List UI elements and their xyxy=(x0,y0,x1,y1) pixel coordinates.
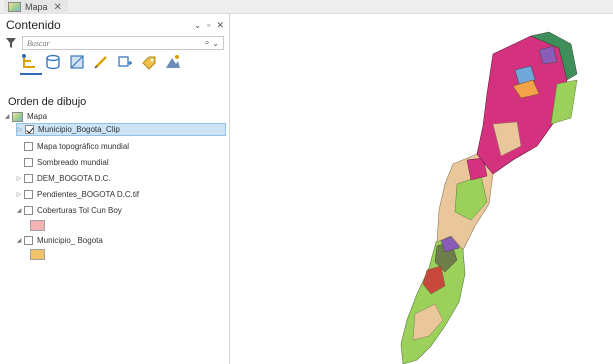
layer-row-municipio-bogota-clip[interactable]: ▷ Municipio_Bogota_Clip xyxy=(16,123,226,136)
collapse-icon[interactable]: ◢ xyxy=(16,207,22,214)
search-box: ⌕ ⌄ xyxy=(22,36,224,50)
layer-row-sombreado-mundial[interactable]: Sombreado mundial xyxy=(24,156,109,169)
close-icon[interactable]: ✕ xyxy=(216,20,224,31)
active-tool-indicator xyxy=(20,73,42,75)
layer-row-coberturas[interactable]: ◢ Coberturas Tol Cun Boy xyxy=(16,204,122,217)
tree-row-root[interactable]: ◢ Mapa xyxy=(4,110,47,123)
tab-label: Mapa xyxy=(25,2,48,12)
layer-label: Pendientes_BOGOTA D.C.tif xyxy=(37,190,140,199)
search-icon[interactable]: ⌕ xyxy=(205,38,209,48)
contents-pane: Contenido ⌄ ▫ ✕ ⌕ ⌄ xyxy=(0,14,230,364)
layer-checkbox[interactable] xyxy=(24,174,33,183)
pane-title: Contenido xyxy=(6,18,61,32)
list-by-perspective-icon[interactable] xyxy=(164,53,182,71)
collapse-icon[interactable]: ◢ xyxy=(16,237,22,244)
search-input[interactable] xyxy=(27,37,202,49)
chevron-down-icon[interactable]: ⌄ xyxy=(194,20,202,31)
legend-swatch-municipio-bogota[interactable] xyxy=(30,249,45,260)
layer-checkbox[interactable] xyxy=(24,236,33,245)
layer-checkbox[interactable] xyxy=(24,142,33,151)
layer-label: Municipio_ Bogota xyxy=(37,236,103,245)
layer-checkbox[interactable] xyxy=(24,158,33,167)
map-icon xyxy=(12,111,23,122)
section-title: Orden de dibujo xyxy=(8,96,87,108)
pane-header: Contenido ⌄ ▫ ✕ xyxy=(6,17,224,33)
layer-checkbox[interactable] xyxy=(24,190,33,199)
collapse-icon[interactable]: ◢ xyxy=(4,113,10,120)
list-by-snapping-icon[interactable] xyxy=(116,53,134,71)
expand-icon[interactable]: ▷ xyxy=(17,126,23,133)
layer-row-dem-bogota[interactable]: ▷ DEM_BOGOTA D.C. xyxy=(16,172,111,185)
expand-icon[interactable]: ▷ xyxy=(16,191,22,198)
search-row: ⌕ ⌄ xyxy=(6,36,224,50)
layer-checkbox[interactable] xyxy=(24,206,33,215)
legend-swatch-coberturas[interactable] xyxy=(30,220,45,231)
expand-icon[interactable]: ▷ xyxy=(16,175,22,182)
filter-icon[interactable] xyxy=(6,38,16,48)
map-icon xyxy=(8,2,21,12)
layer-label: Coberturas Tol Cun Boy xyxy=(37,206,122,215)
close-icon[interactable]: ✕ xyxy=(54,2,62,13)
tab-strip: Mapa ✕ xyxy=(0,0,613,14)
list-by-editing-icon[interactable] xyxy=(92,53,110,71)
list-by-labeling-icon[interactable] xyxy=(140,53,158,71)
list-by-selection-icon[interactable] xyxy=(68,53,86,71)
pin-icon[interactable]: ▫ xyxy=(207,20,210,31)
list-by-drawing-order-icon[interactable] xyxy=(20,53,38,71)
layer-label: DEM_BOGOTA D.C. xyxy=(37,174,111,183)
tree-root-label: Mapa xyxy=(27,112,48,121)
layer-row-pendientes-bogota[interactable]: ▷ Pendientes_BOGOTA D.C.tif xyxy=(16,188,139,201)
layer-label: Sombreado mundial xyxy=(37,158,109,167)
layer-label: Municipio_Bogota_Clip xyxy=(38,125,120,134)
layer-row-municipio-bogota[interactable]: ◢ Municipio_ Bogota xyxy=(16,234,103,247)
toolbar xyxy=(20,53,182,71)
layer-checkbox[interactable] xyxy=(25,125,34,134)
list-by-source-icon[interactable] xyxy=(44,53,62,71)
tab-mapa[interactable]: Mapa ✕ xyxy=(4,0,68,14)
map-view[interactable] xyxy=(231,14,613,364)
map-canvas[interactable] xyxy=(231,14,613,364)
layer-row-mapa-topografico[interactable]: Mapa topográfico mundial xyxy=(24,140,129,153)
layer-label: Mapa topográfico mundial xyxy=(37,142,130,151)
chevron-down-icon[interactable]: ⌄ xyxy=(212,39,219,48)
